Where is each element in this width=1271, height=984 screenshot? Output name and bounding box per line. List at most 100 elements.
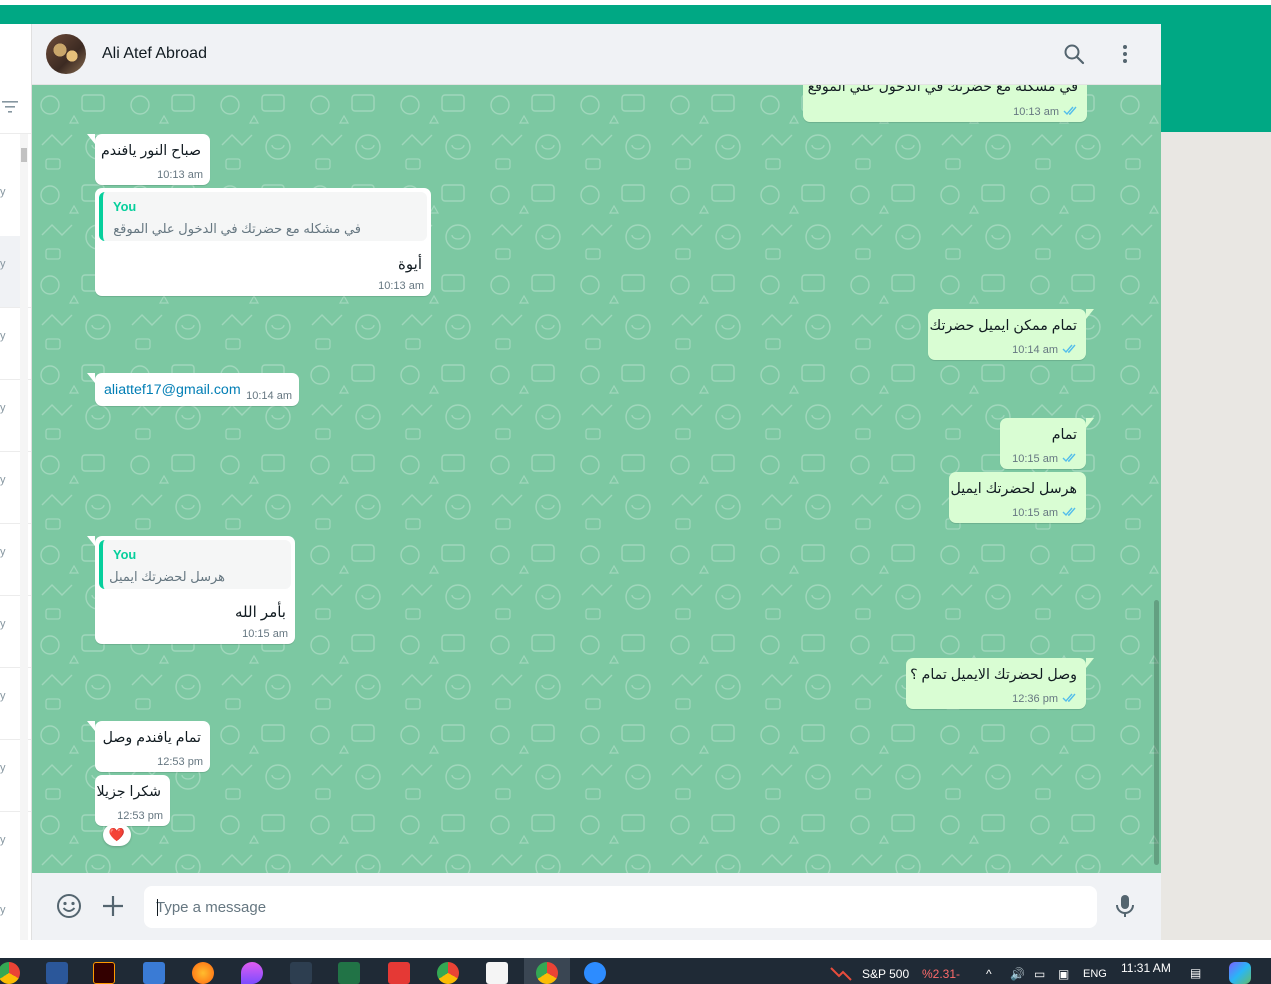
incoming-reply-message[interactable]: You في مشكله مع حضرتك في الدخول علي المو…: [95, 188, 431, 296]
message-text: تمام ممكن ايميل حضرتك: [929, 318, 1077, 334]
os-taskbar: S&P 500 %2.31- ^ 🔊 ▭ ▣ ENG 11:31 AM ▤: [0, 958, 1271, 984]
sidebar-item-preview[interactable]: y: [0, 834, 6, 846]
avatar[interactable]: [46, 34, 86, 74]
firefox-icon[interactable]: [192, 962, 214, 984]
outgoing-message[interactable]: هرسل لحضرتك ايميل 10:15 am: [949, 472, 1086, 523]
message-text: في مشكله مع حضرتك في الدخول علي الموقع: [807, 85, 1078, 95]
excel-icon[interactable]: [338, 962, 360, 984]
outgoing-message[interactable]: تمام 10:15 am: [1000, 418, 1094, 469]
message-text: تمام يافندم وصل: [102, 730, 201, 746]
search-icon[interactable]: [1062, 42, 1086, 66]
message-time: 12:53 pm: [117, 810, 163, 822]
sidebar-scrollbar[interactable]: [20, 134, 28, 940]
chat-header[interactable]: Ali Atef Abroad: [32, 24, 1161, 85]
zoom-icon[interactable]: [584, 962, 606, 984]
quote-text: هرسل لحضرتك ايميل: [109, 569, 225, 584]
chat-message-area[interactable]: في مشكله مع حضرتك في الدخول علي الموقع 1…: [32, 85, 1161, 873]
word-icon[interactable]: [46, 962, 68, 984]
stock-down-icon: [830, 967, 852, 981]
window-bottom-strip: [0, 940, 1271, 958]
mic-icon[interactable]: [1112, 893, 1138, 919]
sidebar-item-preview[interactable]: y: [0, 690, 6, 702]
message-time: 10:13 am: [378, 280, 424, 292]
language-indicator[interactable]: ENG: [1083, 968, 1107, 980]
incoming-message[interactable]: صباح النور يافندم 10:13 am: [87, 134, 210, 185]
message-time: 12:36 pm: [1012, 693, 1058, 705]
outgoing-message[interactable]: في مشكله مع حضرتك في الدخول علي الموقع 1…: [803, 85, 1087, 122]
read-ticks-icon: [1062, 453, 1076, 463]
message-time: 12:53 pm: [157, 756, 203, 768]
incoming-message[interactable]: شكرا جزيلا 12:53 pm: [95, 775, 170, 826]
message-time: 10:14 am: [246, 390, 292, 402]
sidebar-selected-chat[interactable]: [0, 236, 20, 307]
message-text: بأمر الله: [235, 604, 286, 621]
ticker-change: %2.31-: [922, 967, 961, 981]
chevron-up-icon[interactable]: ^: [986, 967, 992, 981]
read-ticks-icon: [1062, 693, 1076, 703]
quote-text: في مشكله مع حضرتك في الدخول علي الموقع: [113, 221, 361, 236]
sidebar-item-preview[interactable]: y: [0, 402, 6, 414]
sidebar-item-preview[interactable]: y: [0, 474, 6, 486]
chat-scroll-thumb[interactable]: [1154, 600, 1159, 865]
ticker-name[interactable]: S&P 500: [862, 967, 909, 981]
read-ticks-icon: [1062, 344, 1076, 354]
message-text: أيوة: [398, 256, 422, 273]
brand-header-bar: [0, 5, 1271, 24]
chrome-icon[interactable]: [536, 962, 558, 984]
photos-icon[interactable]: [143, 962, 165, 984]
sidebar-item-preview[interactable]: y: [0, 258, 6, 270]
incoming-message[interactable]: aliattef17@gmail.com 10:14 am: [87, 373, 299, 406]
notifications-icon[interactable]: ▤: [1190, 966, 1201, 980]
outgoing-message[interactable]: وصل لحضرتك الايميل تمام ؟ 12:36 pm: [906, 658, 1094, 709]
window-top-strip: [0, 0, 1271, 24]
quoted-message[interactable]: You في مشكله مع حضرتك في الدخول علي المو…: [99, 192, 427, 241]
read-ticks-icon: [1062, 507, 1076, 517]
message-input[interactable]: [144, 886, 1097, 928]
sidebar-item-preview[interactable]: y: [0, 330, 6, 342]
sidebar-item-preview[interactable]: y: [0, 904, 6, 916]
copilot-icon[interactable]: [1229, 962, 1251, 984]
incoming-message[interactable]: تمام يافندم وصل 12:53 pm: [87, 721, 210, 772]
chrome-icon[interactable]: [0, 962, 20, 984]
network-icon[interactable]: ▣: [1058, 967, 1069, 981]
attach-plus-icon[interactable]: [100, 893, 126, 919]
message-composer: [32, 873, 1161, 940]
anydesk-icon[interactable]: [388, 962, 410, 984]
sidebar-item-preview[interactable]: y: [0, 762, 6, 774]
email-link[interactable]: aliattef17@gmail.com: [104, 382, 241, 398]
quoted-message[interactable]: You هرسل لحضرتك ايميل: [99, 540, 291, 589]
message-text: شكرا جزيلا: [96, 784, 161, 800]
chrome-icon[interactable]: [437, 962, 459, 984]
emoji-icon[interactable]: [56, 893, 82, 919]
app-icon[interactable]: [290, 962, 312, 984]
heart-reaction-icon[interactable]: ❤️: [103, 824, 131, 846]
message-time: 10:15 am: [1012, 453, 1058, 465]
illustrator-icon[interactable]: [93, 962, 115, 984]
menu-icon[interactable]: [1113, 42, 1137, 66]
sidebar-item-preview[interactable]: y: [0, 618, 6, 630]
message-time: 10:15 am: [1012, 507, 1058, 519]
message-time: 10:14 am: [1012, 344, 1058, 356]
sidebar-scroll-thumb[interactable]: [21, 148, 27, 162]
contact-name[interactable]: Ali Atef Abroad: [102, 45, 207, 63]
quote-author: You: [113, 547, 137, 562]
message-time: 10:13 am: [157, 169, 203, 181]
sidebar-item-preview[interactable]: y: [0, 186, 6, 198]
paint-drop-icon[interactable]: [241, 962, 263, 984]
text-caret: [157, 899, 158, 916]
outgoing-message[interactable]: تمام ممكن ايميل حضرتك 10:14 am: [928, 309, 1094, 360]
message-text: هرسل لحضرتك ايميل: [950, 481, 1077, 497]
sidebar-item-preview[interactable]: y: [0, 546, 6, 558]
read-ticks-icon: [1063, 106, 1077, 116]
message-time: 10:15 am: [242, 628, 288, 640]
pdf-reader-icon[interactable]: [486, 962, 508, 984]
chat-list-sidebar: y y y y y y y y y y y: [0, 24, 32, 940]
volume-icon[interactable]: 🔊: [1010, 967, 1025, 981]
clock[interactable]: 11:31 AM: [1121, 961, 1171, 975]
chat-scrollbar[interactable]: [1152, 85, 1161, 873]
incoming-reply-message[interactable]: You هرسل لحضرتك ايميل بأمر الله 10:15 am: [87, 536, 295, 644]
message-text: تمام: [1051, 427, 1077, 443]
filter-icon[interactable]: [2, 100, 18, 114]
message-time: 10:13 am: [1013, 106, 1059, 118]
battery-icon[interactable]: ▭: [1034, 967, 1045, 981]
